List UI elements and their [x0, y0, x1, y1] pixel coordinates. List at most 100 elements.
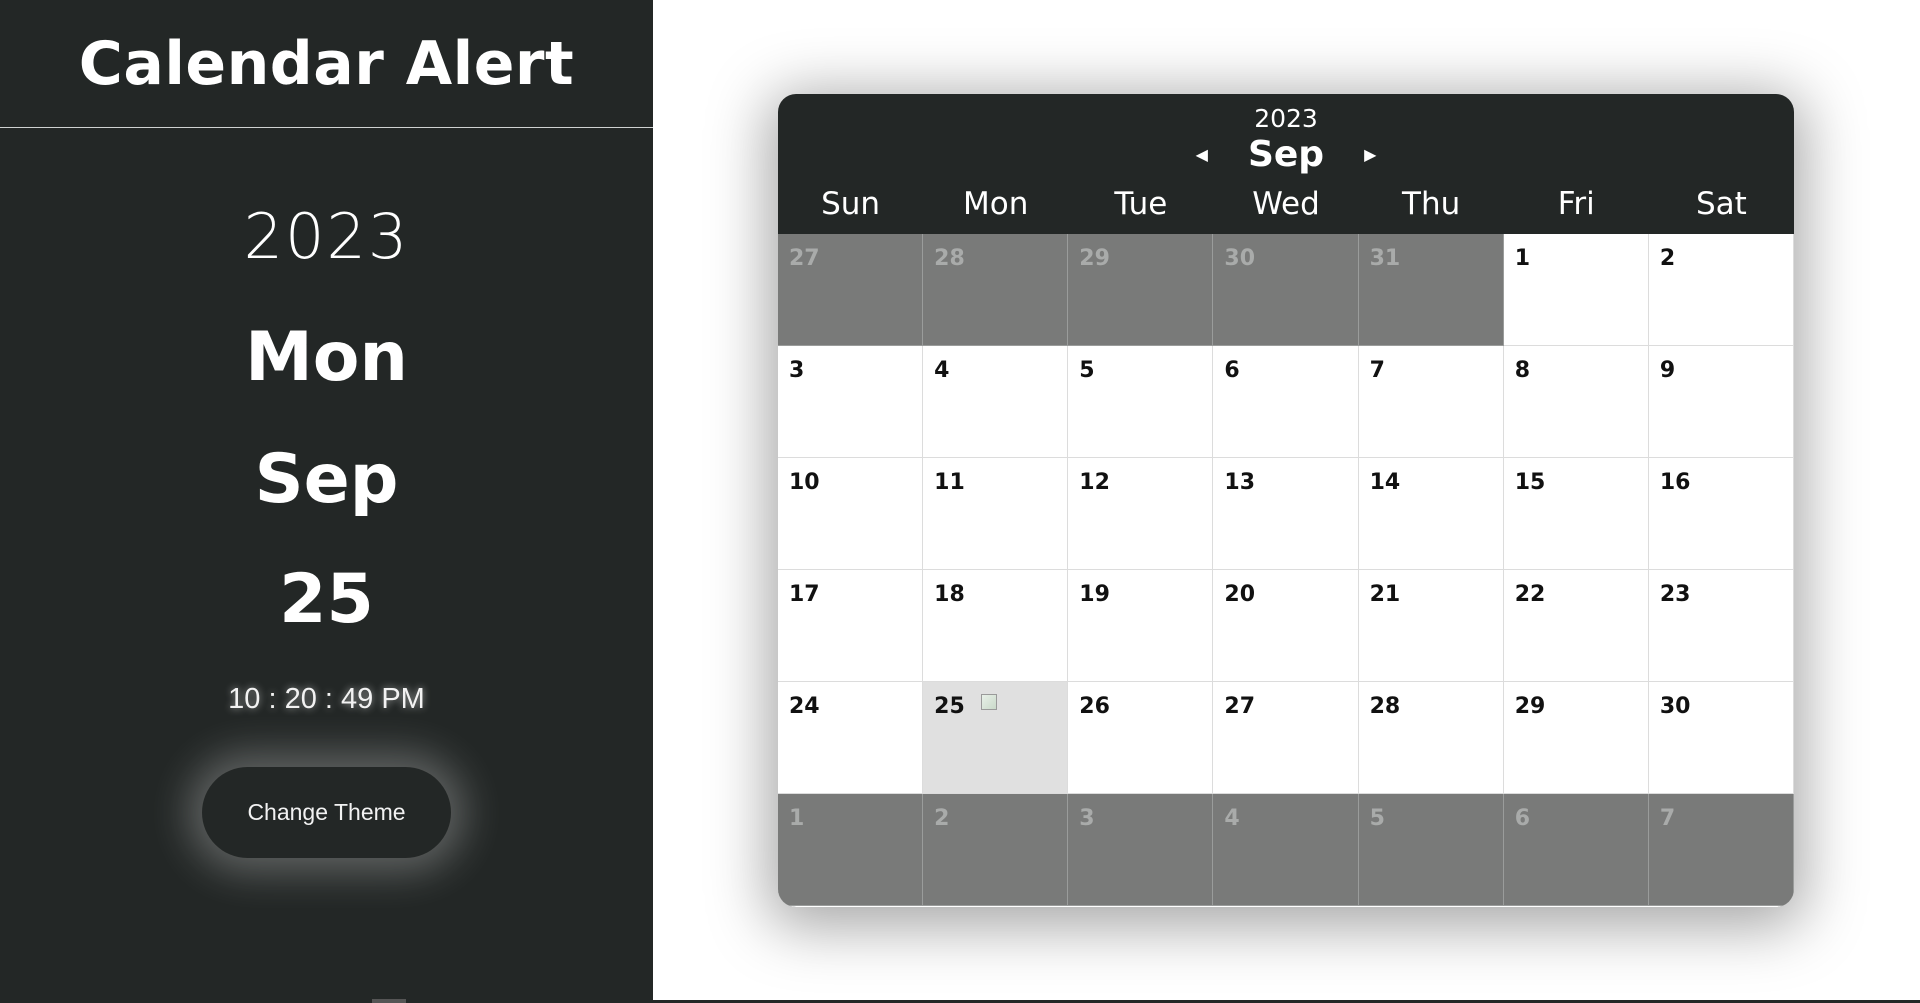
day-cell[interactable]: 4 — [1213, 794, 1359, 906]
day-cell[interactable]: 28 — [923, 234, 1069, 346]
day-cell[interactable]: 13 — [1213, 458, 1359, 570]
day-cell[interactable]: 24 — [778, 682, 924, 794]
day-cell[interactable]: 5 — [1068, 346, 1214, 458]
day-number: 26 — [1079, 694, 1110, 719]
day-cell[interactable]: 7 — [1648, 794, 1794, 906]
caret-left-icon[interactable]: ◀ — [1196, 146, 1208, 163]
day-number: 8 — [1514, 358, 1531, 383]
day-cell[interactable]: 9 — [1648, 346, 1794, 458]
day-number: 7 — [1369, 358, 1385, 383]
day-number: 3 — [1079, 806, 1095, 831]
sidebar: Calendar Alert 2023 Mon Sep 25 10 : 20 :… — [0, 0, 653, 1003]
calendar: 2023 ◀ Sep ▶ Sun Mon Tue Wed Thu Fri Sat 27 28 2… — [778, 94, 1794, 907]
day-cell[interactable]: 2 — [1648, 234, 1794, 346]
day-cell[interactable]: 30 — [1213, 234, 1359, 346]
month-navigation: ◀ Sep ▶ — [778, 134, 1794, 175]
day-cell[interactable]: 3 — [1068, 794, 1214, 906]
day-cell[interactable]: 4 — [923, 346, 1069, 458]
day-number: 7 — [1659, 806, 1676, 831]
day-number: 4 — [934, 358, 950, 383]
change-theme-button[interactable]: Change Theme — [202, 767, 451, 858]
day-number: 2 — [1659, 246, 1676, 271]
caret-right-icon[interactable]: ▶ — [1364, 146, 1376, 163]
day-number: 16 — [1659, 470, 1691, 495]
day-number: 29 — [1079, 246, 1110, 271]
day-number: 6 — [1224, 358, 1240, 383]
weekday-label: Wed — [1252, 186, 1320, 222]
day-cell[interactable]: 6 — [1213, 346, 1359, 458]
weekday-label: Fri — [1557, 186, 1595, 222]
day-cell[interactable]: 28 — [1358, 682, 1504, 794]
day-cell[interactable]: 19 — [1068, 570, 1214, 682]
day-cell[interactable]: 18 — [923, 570, 1069, 682]
day-number: 30 — [1659, 694, 1691, 719]
day-cell[interactable]: 11 — [923, 458, 1069, 570]
day-cell[interactable]: 31 — [1358, 234, 1504, 346]
day-cell[interactable]: 15 — [1503, 458, 1649, 570]
day-cell[interactable]: 21 — [1358, 570, 1504, 682]
day-cell[interactable]: 5 — [1358, 794, 1504, 906]
day-number: 22 — [1514, 582, 1546, 607]
day-number: 14 — [1369, 470, 1401, 495]
day-cell[interactable]: 7 — [1358, 346, 1504, 458]
weekday-header: Sun Mon Tue Wed Thu Fri Sat — [778, 186, 1794, 222]
day-number: 20 — [1224, 582, 1256, 607]
weekday-label: Sat — [1695, 186, 1747, 222]
weekday-label: Mon — [963, 186, 1029, 222]
day-number: 9 — [1659, 358, 1676, 383]
day-cell[interactable]: 2 — [923, 794, 1069, 906]
day-cell[interactable]: 10 — [778, 458, 924, 570]
current-time: 10 : 20 : 49 PM — [228, 683, 425, 715]
day-cell[interactable]: 30 — [1648, 682, 1794, 794]
weekday-label: Tue — [1114, 186, 1168, 222]
weekday-label: Thu — [1402, 186, 1461, 222]
day-cell[interactable]: 1 — [1503, 234, 1649, 346]
scroll-tab — [372, 999, 406, 1003]
day-number: 24 — [789, 694, 820, 719]
day-cell[interactable]: 6 — [1503, 794, 1649, 906]
day-number: 31 — [1369, 246, 1401, 271]
current-month: Sep — [254, 440, 399, 519]
day-cell[interactable]: 14 — [1358, 458, 1504, 570]
day-number: 21 — [1369, 582, 1401, 607]
day-cell-today[interactable]: 25 — [923, 682, 1069, 794]
day-number: 18 — [934, 582, 965, 607]
day-number: 13 — [1224, 470, 1256, 495]
day-cell[interactable]: 27 — [778, 234, 924, 346]
day-cell[interactable]: 27 — [1213, 682, 1359, 794]
day-number: 12 — [1079, 470, 1110, 495]
weekday-label: Sun — [821, 186, 881, 222]
day-cell[interactable]: 1 — [778, 794, 924, 906]
current-date: 25 — [279, 560, 374, 639]
day-number: 1 — [1514, 246, 1531, 271]
day-grid: 27 28 29 30 31 1 2 3 4 5 6 7 8 9 10 11 12 13 14 15 16 17 18 19 2… — [778, 234, 1794, 907]
app-title: Calendar Alert — [0, 0, 653, 128]
day-number: 17 — [789, 582, 820, 607]
calendar-month: Sep — [1247, 134, 1325, 175]
day-number: 15 — [1514, 470, 1546, 495]
day-number: 5 — [1369, 806, 1385, 831]
day-cell[interactable]: 16 — [1648, 458, 1794, 570]
day-cell[interactable]: 29 — [1068, 234, 1214, 346]
day-cell[interactable]: 17 — [778, 570, 924, 682]
day-number: 2 — [934, 806, 950, 831]
day-number: 27 — [1224, 694, 1256, 719]
day-cell[interactable]: 12 — [1068, 458, 1214, 570]
day-number: 28 — [1369, 694, 1401, 719]
day-number: 28 — [934, 246, 965, 271]
day-cell[interactable]: 23 — [1648, 570, 1794, 682]
calendar-header: 2023 ◀ Sep ▶ Sun Mon Tue Wed Thu Fri Sat — [778, 94, 1794, 234]
day-cell[interactable]: 20 — [1213, 570, 1359, 682]
day-cell[interactable]: 26 — [1068, 682, 1214, 794]
day-cell[interactable]: 3 — [778, 346, 924, 458]
day-number: 10 — [789, 470, 820, 495]
day-cell[interactable]: 22 — [1503, 570, 1649, 682]
day-number: 3 — [789, 358, 805, 383]
day-number: 25 — [934, 694, 965, 719]
current-weekday: Mon — [245, 318, 408, 397]
day-cell[interactable]: 8 — [1503, 346, 1649, 458]
day-cell[interactable]: 29 — [1503, 682, 1649, 794]
day-number: 4 — [1224, 806, 1240, 831]
day-number: 29 — [1514, 694, 1546, 719]
current-year: 2023 — [243, 200, 410, 273]
